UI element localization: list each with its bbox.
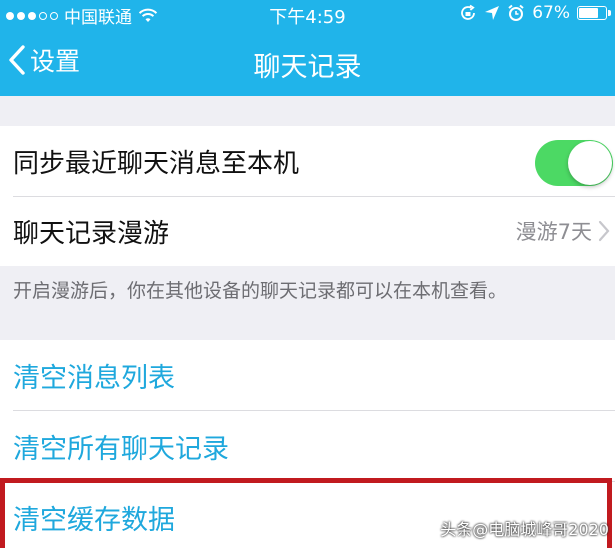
clear-all-chat-history-button[interactable]: 清空所有聊天记录 xyxy=(0,411,615,481)
watermark-text: 头条@电脑城峰哥2020 xyxy=(440,520,609,539)
alarm-icon xyxy=(508,4,524,21)
roaming-footnote: 开启漫游后，你在其他设备的聊天记录都可以在本机查看。 xyxy=(13,280,508,302)
sync-recent-messages-toggle[interactable] xyxy=(535,140,613,186)
sync-recent-messages-label: 同步最近聊天消息至本机 xyxy=(13,148,300,179)
battery-level xyxy=(579,8,598,18)
status-bar: 中国联通 下午4:59 67% xyxy=(0,0,615,28)
roaming-value: 漫游7天 xyxy=(515,220,592,244)
sync-recent-messages-row: 同步最近聊天消息至本机 xyxy=(0,126,615,196)
navigation-bar: 设置 聊天记录 xyxy=(0,28,615,96)
chat-history-roaming-row[interactable]: 聊天记录漫游 漫游7天 xyxy=(0,196,615,266)
chat-history-settings-screen: 中国联通 下午4:59 67% 设置 聊天记录 同步最近聊天消息至本机 聊天记录… xyxy=(0,0,615,548)
chevron-right-icon xyxy=(598,220,610,242)
chat-history-roaming-label: 聊天记录漫游 xyxy=(13,218,170,249)
battery-icon xyxy=(577,6,611,20)
battery-percent: 67% xyxy=(532,3,570,23)
roaming-detail: 漫游7天 xyxy=(516,196,610,266)
lock-rotation-icon xyxy=(461,4,476,20)
watermark: 头条@电脑城峰哥2020 xyxy=(440,516,609,540)
clear-message-list-button[interactable]: 清空消息列表 xyxy=(0,340,615,410)
status-right: 67% xyxy=(459,3,611,23)
toggle-knob xyxy=(568,141,612,185)
location-arrow-icon xyxy=(485,6,500,20)
sync-settings-group: 同步最近聊天消息至本机 聊天记录漫游 漫游7天 xyxy=(0,126,615,266)
page-title: 聊天记录 xyxy=(253,52,362,83)
